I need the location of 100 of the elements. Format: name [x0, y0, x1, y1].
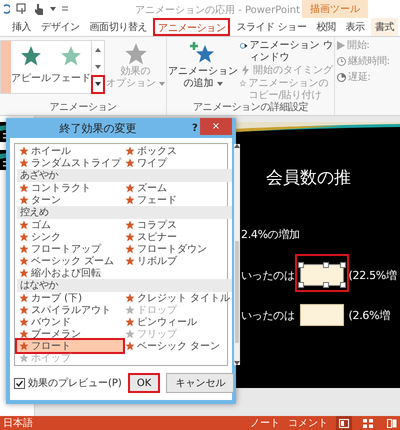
scrollbar[interactable]	[234, 144, 240, 365]
effect-item[interactable]: クレジット タイトル	[123, 292, 232, 304]
star-icon	[125, 317, 135, 327]
grid-view-icon	[363, 418, 373, 428]
more-button[interactable]	[92, 76, 104, 93]
notes-button[interactable]: ノート	[250, 416, 280, 430]
slide-text: (2.6%増	[348, 308, 390, 322]
star-icon	[19, 244, 29, 254]
caret-icon	[159, 82, 166, 86]
slide-text: いったのは	[241, 268, 295, 282]
undo-icon[interactable]	[2, 4, 10, 14]
effect-item[interactable]: ワイプ	[123, 157, 232, 169]
star-icon	[19, 183, 29, 193]
timing-label: 遅延:	[348, 71, 370, 84]
clock-icon	[337, 56, 346, 66]
language-indicator[interactable]: 日本語	[3, 416, 33, 430]
star-icon	[125, 293, 135, 303]
ribbon-tab[interactable]: アニメーション	[153, 18, 230, 36]
effect-item[interactable]: フェード	[123, 194, 232, 206]
timing-label: 継続時間:	[348, 54, 390, 68]
effect-item[interactable]: ターン	[17, 194, 123, 206]
effect-item[interactable]: フロート	[17, 340, 123, 352]
list-heading: 控えめ	[17, 206, 232, 219]
effect-item[interactable]: コントラクト	[17, 182, 123, 194]
star-icon	[125, 146, 135, 156]
star-icon	[19, 317, 29, 327]
animation-pane-icon	[240, 40, 248, 51]
caret-icon	[95, 82, 101, 86]
play-icon	[337, 40, 346, 50]
star-icon	[19, 232, 29, 242]
effect-item[interactable]: ゴム	[17, 219, 123, 231]
slide-title: 会員数の推	[266, 167, 351, 189]
effect-item[interactable]: ズーム	[123, 182, 232, 194]
effect-item[interactable]: ランダムストライプ	[17, 157, 123, 169]
star-icon	[19, 256, 29, 266]
dropdown-icon	[50, 7, 56, 11]
gallery-item[interactable]: フェード	[51, 41, 91, 93]
effect-item[interactable]: ブーメラン	[17, 328, 123, 340]
effect-item[interactable]: スパイラルアウト	[17, 304, 123, 316]
clock-icon	[337, 72, 346, 82]
effect-item[interactable]: コラプス	[123, 219, 232, 231]
star-icon	[125, 195, 135, 205]
star-icon	[19, 305, 29, 315]
star-icon	[125, 341, 135, 351]
caret-icon	[95, 64, 101, 69]
ok-button[interactable]: OK	[128, 373, 160, 393]
star-icon	[125, 183, 135, 193]
customize-icon[interactable]	[62, 6, 68, 12]
star-icon	[125, 244, 135, 254]
comments-button[interactable]: コメント	[288, 416, 328, 430]
context-tab-group: 描画ツール	[302, 0, 368, 18]
window-title: アニメーションの応用 - PowerPoint	[135, 4, 300, 17]
book-icon	[387, 418, 397, 428]
slide-text: (22.5%増	[348, 268, 397, 282]
ribbon-command[interactable]: アニメーション ウィンドウ	[240, 40, 334, 64]
effect-item[interactable]: ピンウィール	[123, 316, 232, 328]
list-heading: あざやか	[17, 169, 232, 182]
effect-item[interactable]: フロートダウン	[123, 243, 232, 255]
effect-item[interactable]: バウンド	[17, 316, 123, 328]
slide-text: いったのは	[241, 308, 295, 322]
touch-mode-icon[interactable]	[16, 3, 28, 15]
help-button[interactable]: ?	[186, 122, 200, 134]
star-icon	[125, 329, 135, 339]
effect-item[interactable]: ベーシック ターン	[123, 340, 232, 352]
view-button[interactable]	[336, 416, 352, 430]
effect-item[interactable]: ボックス	[123, 145, 232, 157]
effect-item[interactable]: シンク	[17, 231, 123, 243]
effect-item[interactable]: リボルブ	[123, 255, 232, 267]
gallery-item[interactable]: アピール	[11, 41, 51, 93]
star-icon	[19, 293, 29, 303]
list-heading: はなやか	[17, 279, 232, 292]
effect-item[interactable]: ホイール	[17, 145, 123, 157]
star-icon	[125, 305, 135, 315]
timing-label: 開始:	[347, 39, 370, 52]
effect-item[interactable]: 縮小および回転	[17, 267, 123, 279]
pointer-hand-icon[interactable]	[34, 3, 44, 15]
view-button[interactable]	[360, 416, 376, 430]
effect-item[interactable]: カーブ (下)	[17, 292, 123, 304]
star-icon	[125, 220, 135, 230]
star-icon	[19, 195, 29, 205]
checkmark-icon	[16, 380, 23, 386]
group-label: アニメーション	[48, 102, 118, 115]
preview-checkbox[interactable]: 効果のプレビュー(P)	[14, 376, 122, 390]
close-button[interactable]: ×	[200, 118, 232, 135]
star-icon	[125, 256, 135, 266]
slide-text: 2.4%の増加	[241, 227, 300, 242]
star-icon	[19, 353, 29, 363]
caret-icon	[95, 48, 101, 52]
add-animation-button[interactable]: アニメーション の追加	[167, 40, 240, 92]
star-icon	[19, 146, 29, 156]
effect-item[interactable]: スピナー	[123, 231, 232, 243]
effect-item[interactable]: フロートアップ	[17, 243, 123, 255]
star-icon	[19, 220, 29, 230]
blank-shape[interactable]	[300, 264, 344, 286]
effect-item[interactable]: ベーシック ズーム	[17, 255, 123, 267]
cancel-button[interactable]: キャンセル	[166, 373, 234, 393]
ribbon-tab[interactable]: 書式	[370, 18, 398, 36]
star-brush-icon	[240, 78, 246, 89]
normal-view-icon	[339, 418, 349, 428]
group-label: アニメーションの詳細設定	[192, 102, 310, 115]
